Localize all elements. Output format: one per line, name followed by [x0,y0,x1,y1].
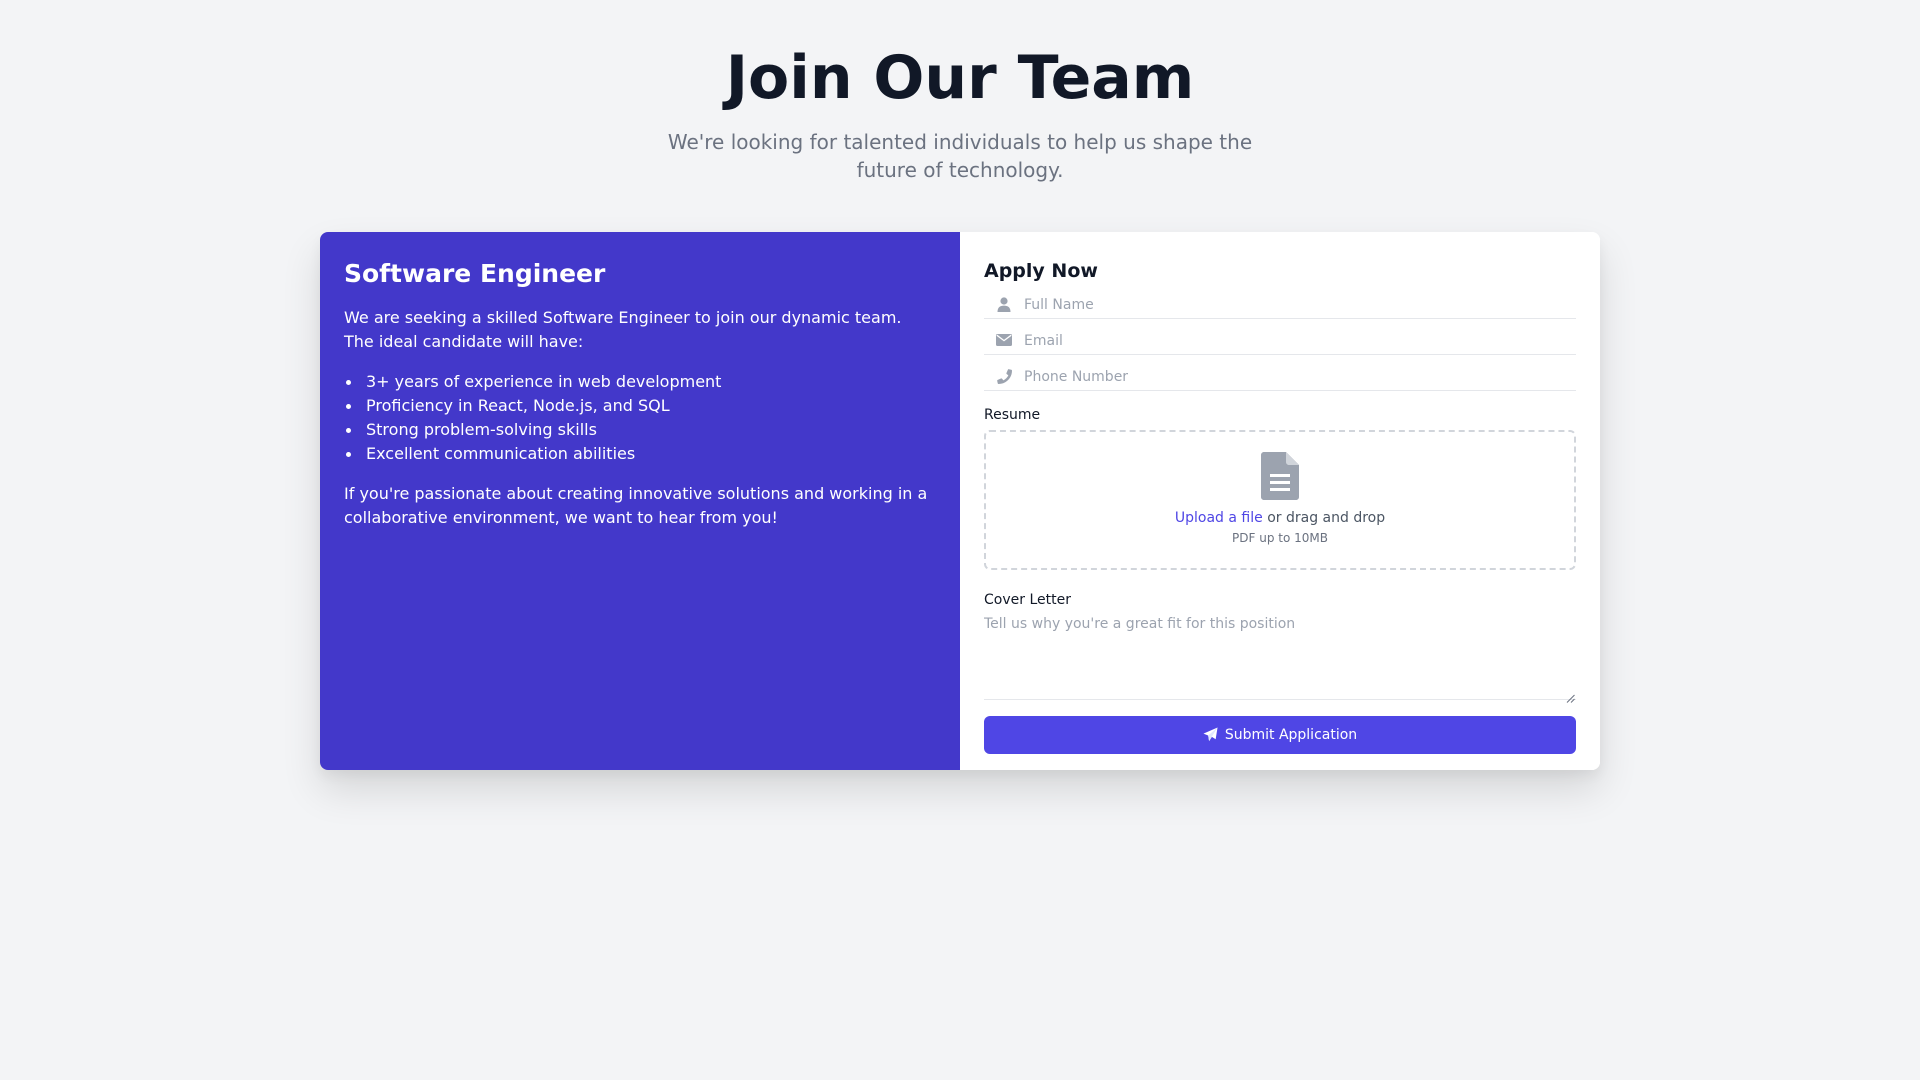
full-name-field [984,291,1576,319]
phone-field [984,363,1576,391]
application-form: Apply Now Full Name Email Phone Number R… [960,232,1600,770]
envelope-icon [996,332,1012,348]
email-field [984,327,1576,355]
hero: Join Our Team We're looking for talented… [0,0,1920,184]
upload-hint: PDF up to 10MB [1232,531,1328,545]
requirement-item: Strong problem-solving skills [344,418,936,442]
file-icon [1261,452,1299,500]
submit-label: Submit Application [1224,727,1358,743]
requirement-item: Proficiency in React, Node.js, and SQL [344,394,936,418]
job-title: Software Engineer [344,259,606,288]
cover-letter-field [984,614,1576,703]
email-input[interactable] [1024,327,1576,354]
cover-letter-textarea[interactable] [984,614,1576,700]
requirement-item: Excellent communication abilities [344,442,936,466]
requirement-item: 3+ years of experience in web developmen… [344,370,936,394]
application-card: Software Engineer We are seeking a skill… [320,232,1600,770]
upload-file-link[interactable]: Upload a file [1175,510,1263,526]
page-title: Join Our Team [725,43,1195,113]
resize-handle-icon[interactable] [1566,688,1575,703]
full-name-input[interactable] [1024,291,1576,318]
job-outro: If you're passionate about creating inno… [344,484,928,527]
job-intro: We are seeking a skilled Software Engine… [344,308,902,351]
paper-plane-icon [1203,727,1219,743]
cover-letter-label: Cover Letter [984,592,1071,608]
form-title: Apply Now [984,260,1098,282]
submit-application-button[interactable]: Submit Application [984,716,1576,754]
phone-icon [996,368,1012,384]
upload-drag-text: or drag and drop [1262,510,1386,526]
page-subtitle: We're looking for talented individuals t… [667,130,1253,182]
phone-input[interactable] [1024,363,1576,390]
resume-dropzone[interactable]: Upload a file or drag and drop PDF up to… [984,430,1576,570]
resume-label: Resume [984,407,1041,423]
job-description-panel: Software Engineer We are seeking a skill… [320,232,960,770]
requirements-list: 3+ years of experience in web developmen… [344,370,936,466]
user-icon [996,296,1012,312]
upload-text: Upload a file or drag and drop [986,508,1574,528]
